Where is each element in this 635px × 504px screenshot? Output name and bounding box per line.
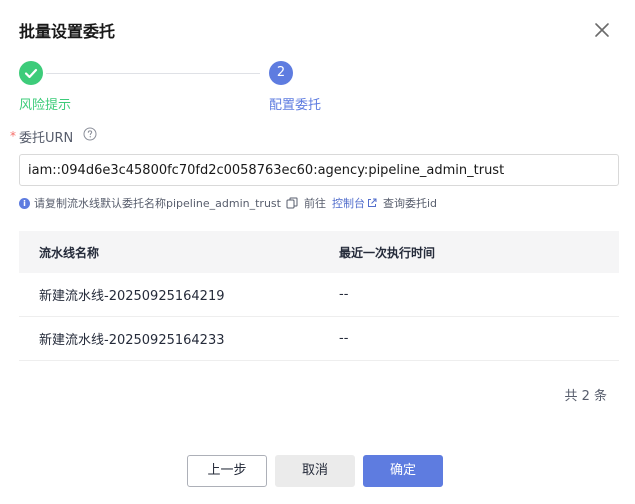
batch-agency-dialog: 批量设置委托 2 风险提示 配置委托 * 委托URN i 请复制流水线默认委托名… — [0, 0, 635, 504]
table-header: 流水线名称 最近一次执行时间 — [19, 231, 619, 273]
console-link[interactable]: 控制台 — [332, 195, 365, 211]
step-1-label: 风险提示 — [19, 98, 72, 113]
close-icon[interactable] — [592, 20, 612, 40]
last-run-time-cell: -- — [339, 287, 349, 302]
dialog-title: 批量设置委托 — [19, 22, 116, 41]
agency-urn-input[interactable] — [19, 154, 619, 186]
step-2-label: 配置委托 — [269, 98, 322, 113]
step-connector — [46, 73, 260, 74]
table-row: 新建流水线-20250925164233 -- — [19, 317, 619, 361]
cancel-button[interactable]: 取消 — [275, 455, 355, 487]
agency-urn-label: 委托URN — [19, 131, 74, 146]
step-2-indicator: 2 — [269, 61, 293, 85]
hint-text: 请复制流水线默认委托名称pipeline_admin_trust — [34, 197, 281, 210]
confirm-button[interactable]: 确定 — [363, 455, 443, 487]
column-header-last-run-time: 最近一次执行时间 — [339, 245, 436, 260]
step-1-indicator — [19, 61, 43, 85]
previous-step-button[interactable]: 上一步 — [187, 455, 267, 487]
info-circle-icon: i — [19, 197, 30, 209]
total-count: 共 2 条 — [564, 389, 607, 404]
check-icon — [24, 68, 38, 79]
agency-hint: i 请复制流水线默认委托名称pipeline_admin_trust 前往 控制… — [19, 195, 437, 211]
column-header-pipeline-name: 流水线名称 — [39, 245, 100, 260]
pipeline-table: 流水线名称 最近一次执行时间 新建流水线-20250925164219 -- 新… — [19, 231, 619, 361]
table-row: 新建流水线-20250925164219 -- — [19, 273, 619, 317]
goto-text: 前往 — [303, 197, 326, 210]
copy-icon[interactable] — [286, 197, 298, 209]
pipeline-name-cell: 新建流水线-20250925164219 — [39, 289, 225, 304]
pipeline-name-cell: 新建流水线-20250925164233 — [39, 333, 225, 348]
question-circle-icon[interactable] — [83, 127, 97, 141]
required-mark: * — [10, 129, 16, 143]
external-link-icon[interactable] — [367, 198, 377, 208]
query-agency-id-link[interactable]: 查询委托id — [383, 195, 437, 211]
last-run-time-cell: -- — [339, 331, 349, 346]
